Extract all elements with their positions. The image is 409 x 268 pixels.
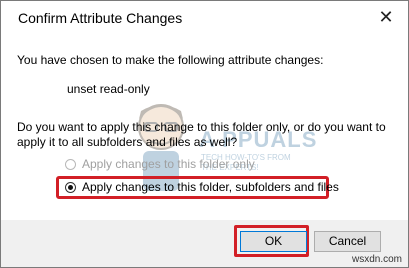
- intro-text: You have chosen to make the following at…: [17, 53, 324, 67]
- dialog-content: A PPUALS TECH HOW-TO'S FROM THE EXPERTS!…: [1, 35, 408, 220]
- attribute-change-text: unset read-only: [67, 82, 150, 96]
- radio-this-folder-only[interactable]: Apply changes to this folder only: [65, 157, 255, 171]
- question-text-line-2: apply it to all subfolders and files as …: [17, 135, 238, 149]
- radio-folder-subfolders-files[interactable]: Apply changes to this folder, subfolders…: [65, 180, 339, 194]
- site-watermark: wsxdn.com: [351, 254, 402, 265]
- button-bar: OK Cancel wsxdn.com: [1, 220, 408, 267]
- ok-button[interactable]: OK: [240, 231, 307, 252]
- confirm-attribute-changes-dialog: Confirm Attribute Changes ✕ A PPUALS TEC…: [0, 0, 409, 268]
- radio-button-checked-icon[interactable]: [65, 181, 76, 193]
- close-icon[interactable]: ✕: [376, 7, 396, 27]
- title-bar: Confirm Attribute Changes ✕: [1, 1, 408, 35]
- dialog-title: Confirm Attribute Changes: [18, 10, 183, 26]
- radio-button-icon[interactable]: [65, 158, 76, 170]
- radio-folder-subfolders-files-label: Apply changes to this folder, subfolders…: [82, 180, 339, 194]
- question-text-line-1: Do you want to apply this change to this…: [17, 120, 386, 134]
- cancel-button[interactable]: Cancel: [314, 231, 381, 252]
- radio-this-folder-only-label: Apply changes to this folder only: [82, 157, 255, 171]
